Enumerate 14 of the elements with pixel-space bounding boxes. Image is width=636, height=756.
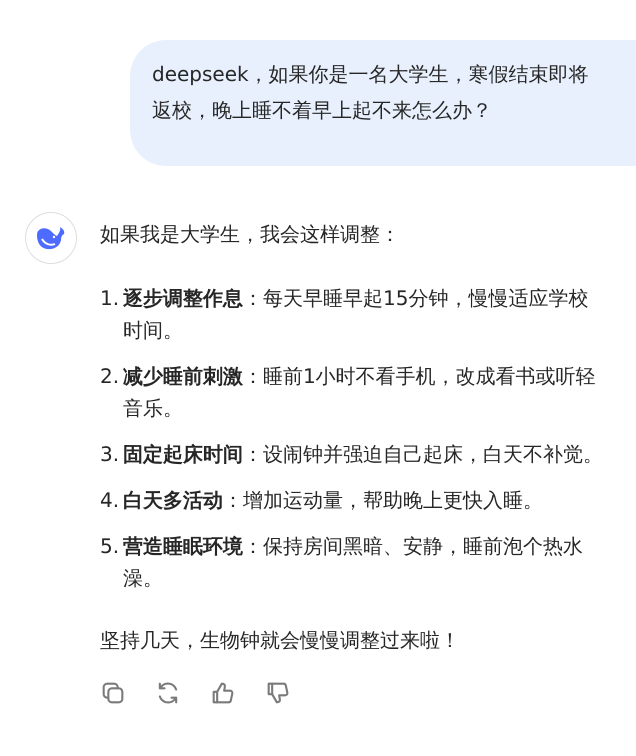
list-number: 4. [100, 487, 120, 514]
list-number: 3. [100, 441, 120, 468]
list-text: 白天多活动：增加运动量，帮助晚上更快入睡。 [123, 487, 543, 514]
list-number: 1. [100, 285, 120, 312]
list-text: 固定起床时间：设闹钟并强迫自己起床，白天不补觉。 [123, 441, 603, 468]
list-number: 2. [100, 363, 120, 390]
list-number: 5. [100, 533, 120, 560]
reply-closing: 坚持几天，生物钟就会慢慢调整过来啦！ [100, 627, 461, 654]
whale-icon [35, 225, 67, 251]
user-message: deepseek，如果你是一名大学生，寒假结束即将返校，晚上睡不着早上起不来怎么办？ [130, 40, 636, 166]
list-text: 逐步调整作息：每天早睡早起15分钟，慢慢适应学校时间。 [123, 285, 590, 344]
list-text: 营造睡眠环境：保持房间黑暗、安静，睡前泡个热水澡。 [123, 533, 584, 592]
reply-intro: 如果我是大学生，我会这样调整： [100, 221, 401, 248]
list-text: 减少睡前刺激：睡前1小时不看手机，改成看书或听轻音乐。 [123, 363, 597, 422]
